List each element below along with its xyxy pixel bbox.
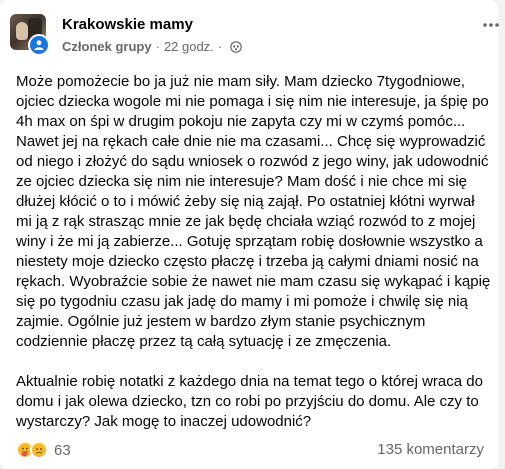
- reactions-summary[interactable]: 63: [16, 441, 71, 459]
- sad-emoji-icon: [30, 441, 48, 459]
- user-avatar-icon: [28, 34, 50, 56]
- post-timestamp[interactable]: 22 godz.: [164, 39, 214, 54]
- comments-count-link[interactable]: 135 komentarzy: [377, 441, 484, 458]
- group-avatar[interactable]: [10, 14, 54, 58]
- post-paragraph: Aktualnie robię notatki z każdego dnia n…: [16, 373, 483, 430]
- post-header: Krakowskie mamy Członek grupy · 22 godz.…: [10, 14, 499, 58]
- post-paragraph: Może pomożecie bo ja już nie mam siły. M…: [16, 73, 491, 350]
- meta-separator: ·: [155, 39, 160, 54]
- post-footer: 63 135 komentarzy: [16, 440, 490, 462]
- group-privacy-icon: [230, 40, 242, 53]
- post-meta: Członek grupy · 22 godz. ·: [62, 39, 242, 54]
- author-role: Członek grupy: [62, 39, 152, 54]
- post-card: Krakowskie mamy Członek grupy · 22 godz.…: [0, 0, 499, 469]
- more-options-icon[interactable]: [480, 14, 502, 36]
- post-body: Może pomożecie bo ja już nie mam siły. M…: [16, 72, 492, 432]
- meta-separator: ·: [217, 39, 223, 54]
- group-name[interactable]: Krakowskie mamy: [62, 16, 193, 33]
- reaction-count[interactable]: 63: [54, 442, 71, 459]
